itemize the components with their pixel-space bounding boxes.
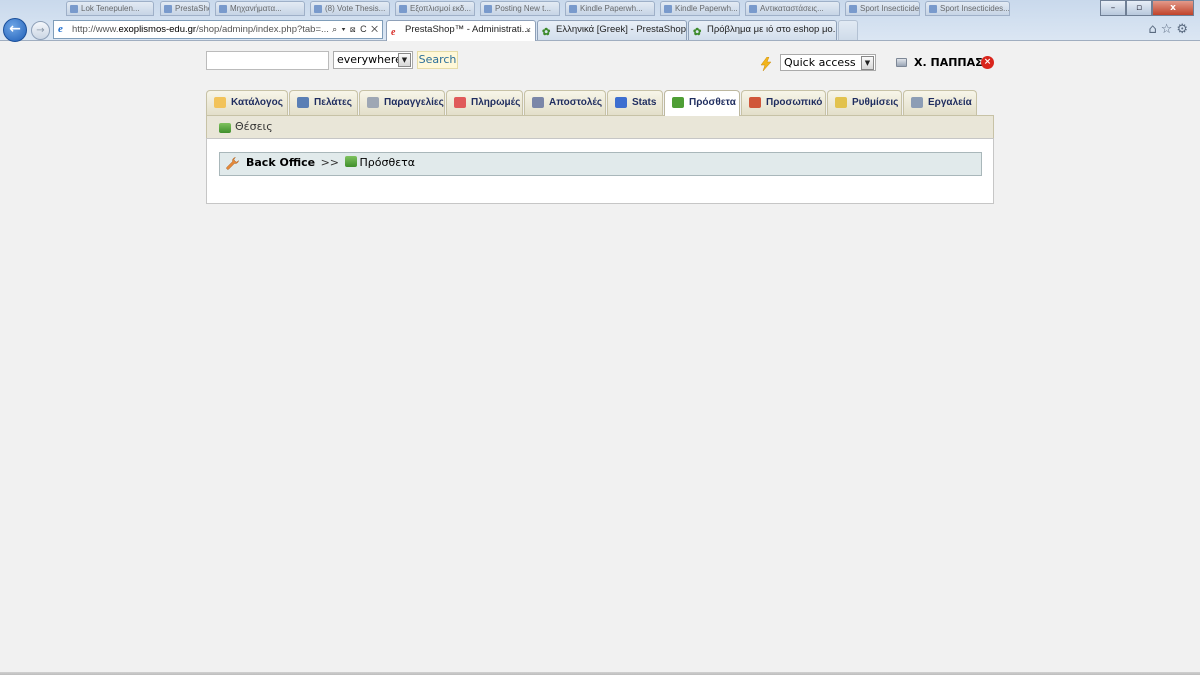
- tab-cart[interactable]: Παραγγελίες: [359, 90, 445, 115]
- browser-tab-greek[interactable]: ✿ Ελληνικά [Greek] - PrestaShop ...: [537, 20, 687, 40]
- background-window-tab[interactable]: Αντικαταστάσεις...: [745, 1, 840, 16]
- tab-label: Πρόσθετα: [689, 97, 736, 108]
- tab-folder[interactable]: Κατάλογος: [206, 90, 288, 115]
- positions-icon: [219, 123, 231, 133]
- breadcrumb: Back Office >> Πρόσθετα: [219, 152, 982, 176]
- lightning-icon: [760, 57, 772, 71]
- address-bar[interactable]: e http://www.exoplismos-edu.gr/shop/admi…: [53, 20, 383, 39]
- background-window-tab[interactable]: Μηχανήματα...: [215, 1, 305, 16]
- user-icon: [297, 97, 309, 108]
- browser-tab-title: Ελληνικά [Greek] - PrestaShop ...: [556, 24, 687, 35]
- puzzle-icon: [672, 97, 684, 108]
- forward-button[interactable]: →: [31, 21, 50, 40]
- browser-tab-virus[interactable]: ✿ Πρόβλημα με ιό στο eshop μο...: [688, 20, 837, 40]
- tab-settings[interactable]: Ρυθμίσεις: [827, 90, 902, 115]
- minimize-button[interactable]: –: [1100, 0, 1126, 16]
- close-window-button[interactable]: x: [1152, 0, 1194, 16]
- breadcrumb-current: Πρόσθετα: [359, 156, 416, 169]
- close-tab-icon[interactable]: ×: [526, 21, 531, 39]
- browser-chrome: Lok Tenepulen... PrestaShop™ ... Μηχανήματ…: [0, 0, 1200, 42]
- logout-icon[interactable]: ×: [981, 56, 994, 69]
- tab-employee[interactable]: Προσωπικό: [741, 90, 826, 115]
- browser-tab-title: PrestaShop™ - Administrati...: [405, 24, 530, 35]
- browser-tab-prestashop[interactable]: e PrestaShop™ - Administrati... ×: [386, 20, 536, 41]
- background-window-tab[interactable]: Lok Tenepulen...: [66, 1, 154, 16]
- tab-label: Stats: [632, 97, 657, 108]
- url-prefix: http://www.: [72, 24, 119, 35]
- background-window-tab[interactable]: Sport Insecticides...: [925, 1, 1010, 16]
- ie-icon: e: [391, 27, 396, 38]
- url-path: /shop/adminp/index.php?tab=...: [196, 24, 329, 35]
- background-window-tab[interactable]: Kindle Paperwh...: [660, 1, 740, 16]
- tab-puzzle[interactable]: Πρόσθετα: [664, 90, 740, 116]
- admin-page: everywhere ▼ Search Quick access ▼ Χ. ΠΑ…: [0, 42, 1200, 675]
- quick-access-select[interactable]: Quick access ▼: [780, 54, 876, 71]
- subnav-item-positions[interactable]: Θέσεις: [235, 116, 273, 138]
- folder-icon: [214, 97, 226, 108]
- puzzle-icon: [344, 156, 357, 167]
- search-input[interactable]: [206, 51, 329, 70]
- user-name[interactable]: Χ. ΠΑΠΠΑΣ: [914, 56, 983, 69]
- prestashop-icon: ✿: [693, 27, 702, 38]
- tab-user[interactable]: Πελάτες: [289, 90, 358, 115]
- background-window-tab[interactable]: Εξοπλισμοί εκδ...: [395, 1, 475, 16]
- home-favorites-tools-icons[interactable]: ⌂☆⚙: [1148, 22, 1192, 37]
- maximize-button[interactable]: ▫: [1126, 0, 1152, 16]
- tab-label: Αποστολές: [549, 97, 603, 108]
- browser-tab-title: Πρόβλημα με ιό στο eshop μο...: [707, 24, 837, 35]
- search-button[interactable]: Search: [417, 51, 458, 69]
- chevron-down-icon[interactable]: ▼: [861, 56, 874, 70]
- tab-label: Εργαλεία: [928, 97, 972, 108]
- cart-icon: [367, 97, 379, 108]
- tools-icon: [911, 97, 923, 108]
- employee-card-icon: [896, 58, 907, 67]
- background-window-tab[interactable]: PrestaShop™ ...: [160, 1, 210, 16]
- search-scope-select[interactable]: everywhere ▼: [333, 51, 413, 69]
- employee-icon: [749, 97, 761, 108]
- breadcrumb-root[interactable]: Back Office: [246, 156, 315, 169]
- background-window-tab[interactable]: Kindle Paperwh...: [565, 1, 655, 16]
- wrench-icon: [226, 157, 239, 170]
- background-window-tab[interactable]: Posting New t...: [480, 1, 560, 16]
- chart-icon: [615, 97, 627, 108]
- settings-icon: [835, 97, 847, 108]
- new-tab-button[interactable]: [838, 20, 858, 40]
- tab-label: Πελάτες: [314, 97, 352, 108]
- url-domain: exoplismos-edu.gr: [118, 24, 197, 35]
- subnav-bar: Θέσεις: [206, 115, 994, 139]
- tab-payment[interactable]: Πληρωμές: [446, 90, 523, 115]
- tab-label: Πληρωμές: [471, 97, 521, 108]
- background-window-tab[interactable]: Sport Insecticides...: [845, 1, 920, 16]
- tab-truck[interactable]: Αποστολές: [524, 90, 606, 115]
- content-panel: Back Office >> Πρόσθετα: [206, 138, 994, 204]
- breadcrumb-separator: >>: [320, 156, 340, 169]
- address-tools-icons[interactable]: ⌕ ▾ ⊠ C ✕: [332, 21, 379, 38]
- window-controls: – ▫ x: [1100, 0, 1194, 16]
- tab-label: Προσωπικό: [766, 97, 823, 108]
- truck-icon: [532, 97, 544, 108]
- back-button[interactable]: ←: [3, 18, 27, 42]
- background-window-tab[interactable]: (8) Vote Thesis...: [310, 1, 390, 16]
- ie-icon: e: [58, 23, 63, 35]
- tab-label: Ρυθμίσεις: [852, 97, 899, 108]
- scope-value: everywhere: [337, 53, 402, 66]
- tab-tools[interactable]: Εργαλεία: [903, 90, 977, 115]
- payment-icon: [454, 97, 466, 108]
- chevron-down-icon[interactable]: ▼: [398, 53, 411, 67]
- tab-chart[interactable]: Stats: [607, 90, 663, 115]
- tab-label: Κατάλογος: [231, 97, 283, 108]
- quick-access-value: Quick access: [784, 56, 856, 69]
- background-window-tabs: Lok Tenepulen... PrestaShop™ ... Μηχανήματ…: [0, 0, 1200, 17]
- tab-label: Παραγγελίες: [384, 97, 444, 108]
- prestashop-icon: ✿: [542, 27, 551, 38]
